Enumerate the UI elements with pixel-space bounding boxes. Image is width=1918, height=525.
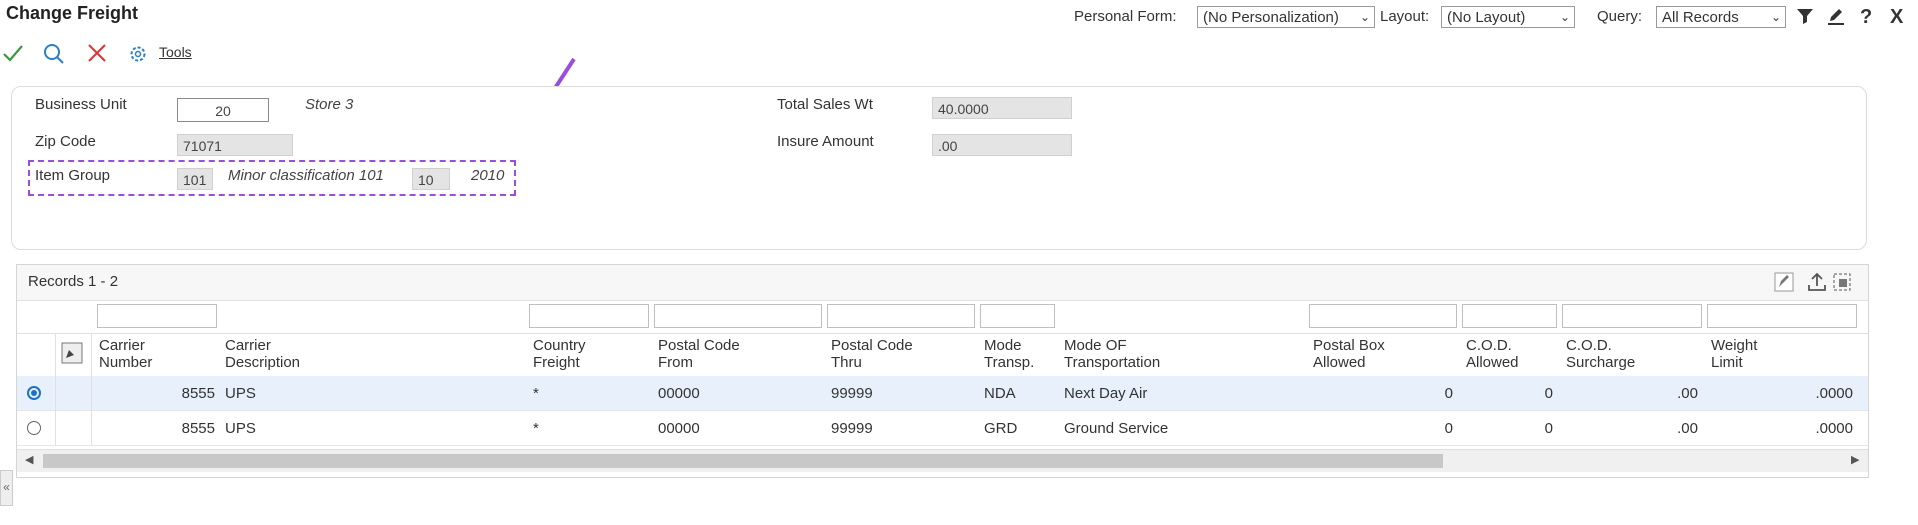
item-group-code-field: 101 xyxy=(177,168,213,190)
layout-label: Layout: xyxy=(1380,8,1430,25)
records-count: Records 1 - 2 xyxy=(28,273,119,290)
filter-postal-box[interactable] xyxy=(1309,304,1457,328)
personal-form-value: (No Personalization) xyxy=(1203,9,1339,26)
help-icon[interactable]: ? xyxy=(1860,6,1872,29)
cell-carrier-number: 8555 xyxy=(181,420,215,437)
column-divider xyxy=(55,333,56,445)
chevron-down-icon: ⌄ xyxy=(1359,10,1370,24)
cancel-icon[interactable] xyxy=(86,42,108,68)
filter-postal-thru[interactable] xyxy=(827,304,975,328)
cell-postal-box: 0 xyxy=(1444,420,1453,437)
layout-select[interactable]: (No Layout) ⌄ xyxy=(1441,6,1575,28)
cell-carrier-description: UPS xyxy=(225,385,256,402)
cell-weight-limit: .0000 xyxy=(1815,385,1853,402)
col-postal-code-thru[interactable]: Postal Code Thru xyxy=(831,337,913,371)
cell-mode-of-transportation: Next Day Air xyxy=(1064,385,1148,402)
total-sales-wt-field: 40.0000 xyxy=(932,97,1072,119)
col-cod-allowed[interactable]: C.O.D. Allowed xyxy=(1466,337,1519,371)
grid-toolbar xyxy=(17,265,1868,301)
filter-carrier-number[interactable] xyxy=(97,304,217,328)
gear-icon[interactable] xyxy=(128,44,148,68)
cell-mode-transp: GRD xyxy=(984,420,1018,437)
insure-amount-field: .00 xyxy=(932,134,1072,156)
scroll-left-icon[interactable]: ◀ xyxy=(25,453,33,466)
col-mode-transp[interactable]: Mode Transp. xyxy=(984,337,1034,371)
export-icon[interactable] xyxy=(1806,271,1828,297)
query-value: All Records xyxy=(1662,9,1739,26)
carrier-grid: Records 1 - 2 Carrier Number Carrier Descr… xyxy=(16,264,1869,478)
cell-cod-surcharge: .00 xyxy=(1677,420,1698,437)
scroll-right-icon[interactable]: ▶ xyxy=(1851,453,1859,466)
cell-postal-from: 00000 xyxy=(658,385,700,402)
col-weight-limit[interactable]: Weight Limit xyxy=(1711,337,1757,371)
column-divider xyxy=(91,333,92,445)
cell-country-freight: * xyxy=(533,385,539,402)
cell-postal-thru: 99999 xyxy=(831,385,873,402)
cell-cod-surcharge: .00 xyxy=(1677,385,1698,402)
cell-mode-transp: NDA xyxy=(984,385,1016,402)
layout-value: (No Layout) xyxy=(1447,9,1526,26)
filter-weight-limit[interactable] xyxy=(1707,304,1857,328)
business-unit-label: Business Unit xyxy=(35,96,127,113)
row-select-radio[interactable] xyxy=(27,421,41,435)
item-group-year: 2010 xyxy=(471,167,505,184)
business-unit-description: Store 3 xyxy=(305,96,354,113)
filter-icon[interactable] xyxy=(1795,6,1815,32)
collapse-panel-icon[interactable]: « xyxy=(0,470,13,506)
col-country-freight[interactable]: Country Freight xyxy=(533,337,586,371)
item-group-sub-field: 10 xyxy=(412,168,450,190)
query-select[interactable]: All Records ⌄ xyxy=(1656,6,1786,28)
cell-carrier-description: UPS xyxy=(225,420,256,437)
edit-grid-icon[interactable] xyxy=(1773,271,1795,297)
filter-cod-surcharge[interactable] xyxy=(1562,304,1702,328)
page-title: Change Freight xyxy=(6,3,139,23)
cell-carrier-number: 8555 xyxy=(181,385,215,402)
pencil-icon[interactable] xyxy=(1826,6,1846,32)
cell-cod-allowed: 0 xyxy=(1544,385,1553,402)
row-selector-icon[interactable] xyxy=(61,342,83,368)
item-group-label: Item Group xyxy=(35,167,111,184)
total-sales-wt-label: Total Sales Wt xyxy=(777,96,873,113)
close-icon[interactable]: X xyxy=(1890,6,1903,29)
cell-postal-box: 0 xyxy=(1444,385,1453,402)
insure-amount-label: Insure Amount xyxy=(777,133,874,150)
filter-cod-allowed[interactable] xyxy=(1462,304,1557,328)
scrollbar-thumb[interactable] xyxy=(43,454,1443,468)
cell-cod-allowed: 0 xyxy=(1544,420,1553,437)
zip-code-field: 71071 xyxy=(177,134,293,156)
table-row[interactable]: 8555 UPS * 00000 99999 NDA Next Day Air … xyxy=(17,376,1868,411)
cell-country-freight: * xyxy=(533,420,539,437)
tools-menu[interactable]: Tools xyxy=(159,44,192,60)
col-carrier-number[interactable]: Carrier Number xyxy=(99,337,152,371)
col-mode-of-transportation[interactable]: Mode OF Transportation xyxy=(1064,337,1160,371)
table-row[interactable]: 8555 UPS * 00000 99999 GRD Ground Servic… xyxy=(17,411,1868,446)
col-postal-code-from[interactable]: Postal Code From xyxy=(658,337,740,371)
zip-code-label: Zip Code xyxy=(35,133,96,150)
chevron-down-icon: ⌄ xyxy=(1559,10,1570,24)
cell-mode-of-transportation: Ground Service xyxy=(1064,420,1169,437)
search-icon[interactable] xyxy=(42,42,66,70)
filter-country-freight[interactable] xyxy=(529,304,649,328)
business-unit-input[interactable]: 20 xyxy=(177,98,269,122)
ok-icon[interactable] xyxy=(2,42,24,68)
filter-postal-from[interactable] xyxy=(654,304,822,328)
maximize-icon[interactable] xyxy=(1831,271,1853,297)
col-postal-box-allowed[interactable]: Postal Box Allowed xyxy=(1313,337,1385,371)
personal-form-select[interactable]: (No Personalization) ⌄ xyxy=(1197,6,1375,28)
cell-postal-thru: 99999 xyxy=(831,420,873,437)
row-select-radio[interactable] xyxy=(27,386,41,400)
chevron-down-icon: ⌄ xyxy=(1770,10,1781,24)
col-carrier-description[interactable]: Carrier Description xyxy=(225,337,300,371)
query-label: Query: xyxy=(1597,8,1643,25)
personal-form-label: Personal Form: xyxy=(1074,8,1177,25)
horizontal-scrollbar[interactable]: ◀ ▶ xyxy=(17,449,1868,472)
cell-weight-limit: .0000 xyxy=(1815,420,1853,437)
cell-postal-from: 00000 xyxy=(658,420,700,437)
item-group-description: Minor classification 101 xyxy=(228,167,384,184)
filter-mode-transp[interactable] xyxy=(980,304,1055,328)
col-cod-surcharge[interactable]: C.O.D. Surcharge xyxy=(1566,337,1635,371)
